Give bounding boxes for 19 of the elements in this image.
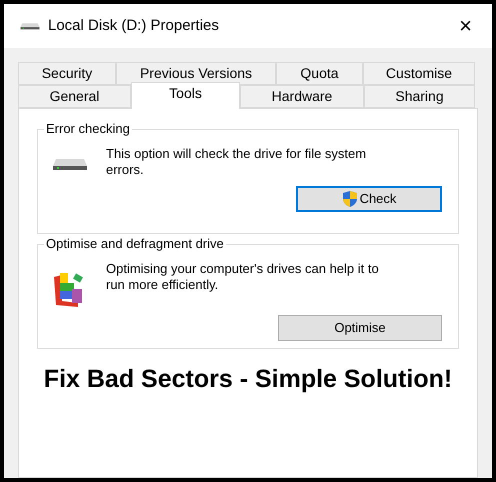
drive-icon xyxy=(20,21,40,31)
headline: Fix Bad Sectors - Simple Solution! xyxy=(44,364,452,395)
tab[interactable]: Quota xyxy=(276,62,363,85)
tab[interactable]: General xyxy=(18,85,131,108)
tab[interactable]: Sharing xyxy=(364,85,475,108)
tab[interactable]: Previous Versions xyxy=(116,62,276,85)
group-title: Error checking xyxy=(44,121,132,137)
check-button[interactable]: Check xyxy=(296,186,442,212)
tab[interactable]: Tools xyxy=(131,82,240,109)
tab[interactable]: Hardware xyxy=(240,85,364,108)
group-title: Optimise and defragment drive xyxy=(44,236,226,252)
description: Optimising your computer's drives can help it to run more efficiently. xyxy=(106,261,380,293)
description: This option will check the drive for file system errors. xyxy=(106,146,368,178)
close-button[interactable]: × xyxy=(455,15,476,37)
drive-icon xyxy=(51,156,89,172)
tab[interactable]: Customise xyxy=(363,62,475,85)
tab[interactable]: Security xyxy=(18,62,116,85)
optimise-button[interactable]: Optimise xyxy=(278,315,442,341)
window-title: Local Disk (D:) Properties xyxy=(48,16,219,36)
